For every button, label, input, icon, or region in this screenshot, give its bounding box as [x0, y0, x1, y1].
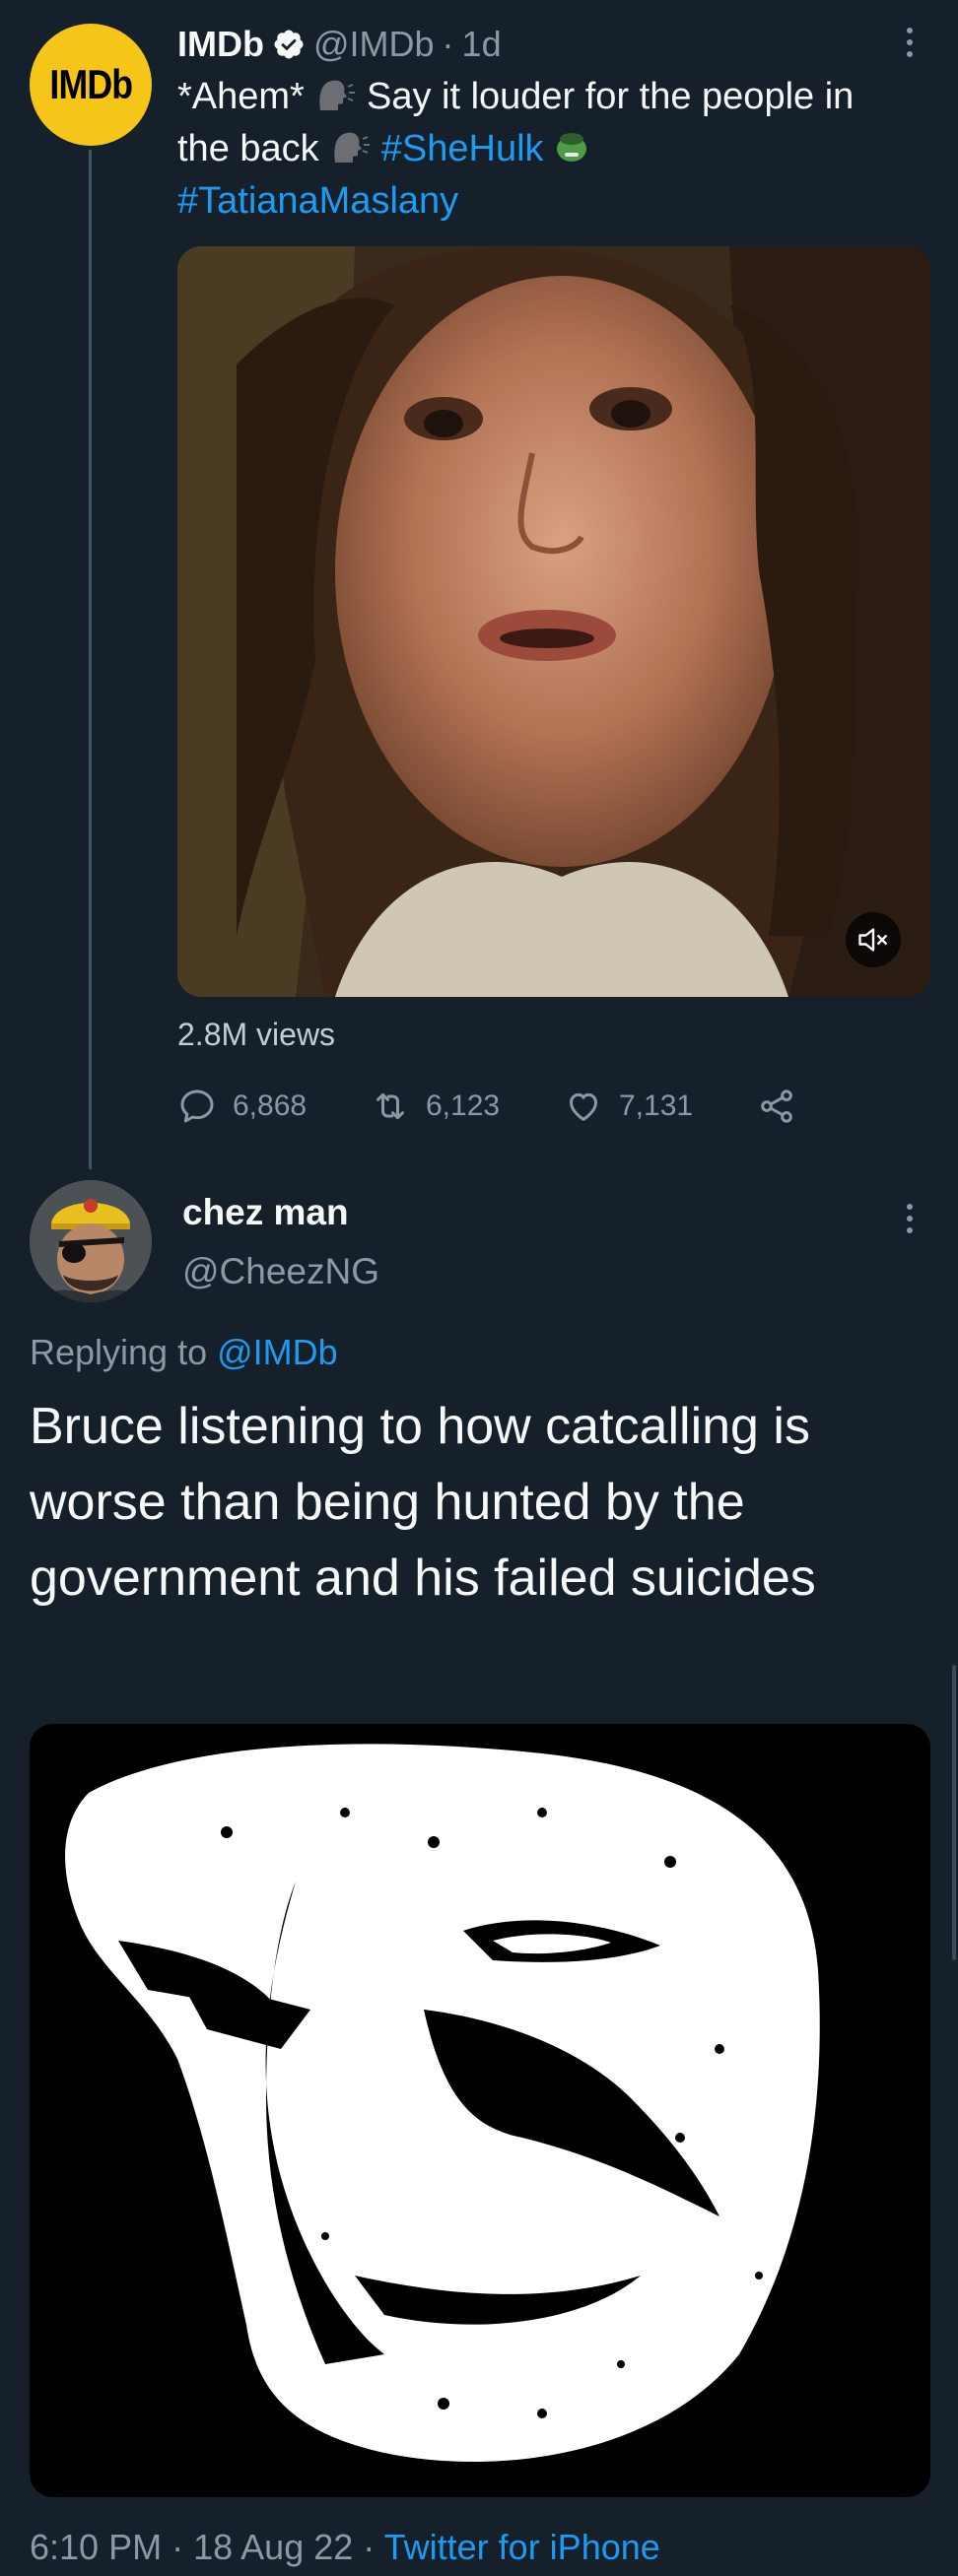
tweet-line-1: *Ahem* Say it louder for the people in: [177, 75, 855, 117]
imdb-avatar-logo: IMDb: [49, 61, 133, 107]
retweet-count: 6,123: [426, 1090, 501, 1122]
reply-icon: [180, 1090, 214, 1123]
video-frame-illustration: [177, 246, 930, 997]
retweet-button[interactable]: 6,123: [371, 1087, 564, 1126]
tweet-age[interactable]: 1d: [462, 24, 502, 65]
chez-man-avatar[interactable]: [30, 1180, 152, 1302]
reply-client[interactable]: Twitter for iPhone: [384, 2527, 660, 2567]
hashtag-tatianamaslany[interactable]: #TatianaMaslany: [177, 180, 458, 222]
header-separator: ·: [442, 24, 454, 64]
sad-trollface-image: [30, 1724, 930, 2497]
like-count: 7,131: [619, 1090, 694, 1122]
verified-badge-icon: [272, 28, 306, 61]
scrollbar[interactable]: [952, 1665, 956, 1960]
reply-text: Bruce listening to how catcalling is wor…: [30, 1398, 816, 1607]
heart-icon: [570, 1092, 597, 1121]
reply-button[interactable]: 6,868: [177, 1087, 371, 1126]
reply-image[interactable]: [30, 1724, 930, 2497]
tweet-text: *Ahem* Say it louder for the people in t…: [177, 71, 926, 228]
reply-author-handle[interactable]: @CheezNG: [182, 1251, 379, 1292]
replying-to: Replying to @IMDb: [30, 1332, 338, 1373]
reply-time[interactable]: 6:10 PM: [30, 2527, 162, 2567]
imdb-avatar[interactable]: IMDb: [30, 24, 152, 146]
reply-author-name[interactable]: chez man: [182, 1192, 349, 1233]
tweet-actions: 6,868 6,123 7,131: [177, 1082, 808, 1131]
speaking-head-emoji-icon: [329, 127, 371, 163]
reply-meta: 6:10 PM · 18 Aug 22 · Twitter for iPhone: [30, 2527, 660, 2568]
like-button[interactable]: 7,131: [564, 1087, 757, 1126]
tweet-line-2: the back #SheHulk: [177, 123, 926, 175]
reply-count: 6,868: [233, 1090, 308, 1122]
mute-button[interactable]: [846, 912, 901, 967]
reply-date[interactable]: 18 Aug 22: [193, 2527, 353, 2567]
author-handle[interactable]: @IMDb: [313, 24, 435, 65]
muted-speaker-icon: [858, 928, 888, 952]
tweet-video[interactable]: [177, 246, 930, 997]
more-options-icon[interactable]: [900, 28, 920, 57]
green-face-emoji-icon: [554, 127, 589, 163]
share-icon: [761, 1090, 792, 1123]
tweet-line-3: #TatianaMaslany: [177, 175, 926, 228]
view-count: 2.8M views: [177, 1017, 336, 1052]
meta-separator-2: ·: [363, 2527, 376, 2567]
retweet-icon: [376, 1092, 404, 1120]
avatar-illustration: [30, 1180, 152, 1302]
speaking-head-emoji-icon: [314, 75, 356, 110]
hashtag-shehulk[interactable]: #SheHulk: [381, 128, 544, 169]
tweet-header: IMDb @IMDb · 1d: [177, 20, 502, 69]
meta-separator-1: ·: [171, 2527, 184, 2567]
author-name[interactable]: IMDb: [177, 24, 264, 65]
replying-to-label: Replying to: [30, 1332, 208, 1372]
thread-line: [89, 150, 92, 1169]
reply-more-options-icon[interactable]: [900, 1204, 920, 1233]
share-button[interactable]: [757, 1087, 796, 1126]
replying-to-handle[interactable]: @IMDb: [217, 1332, 338, 1372]
